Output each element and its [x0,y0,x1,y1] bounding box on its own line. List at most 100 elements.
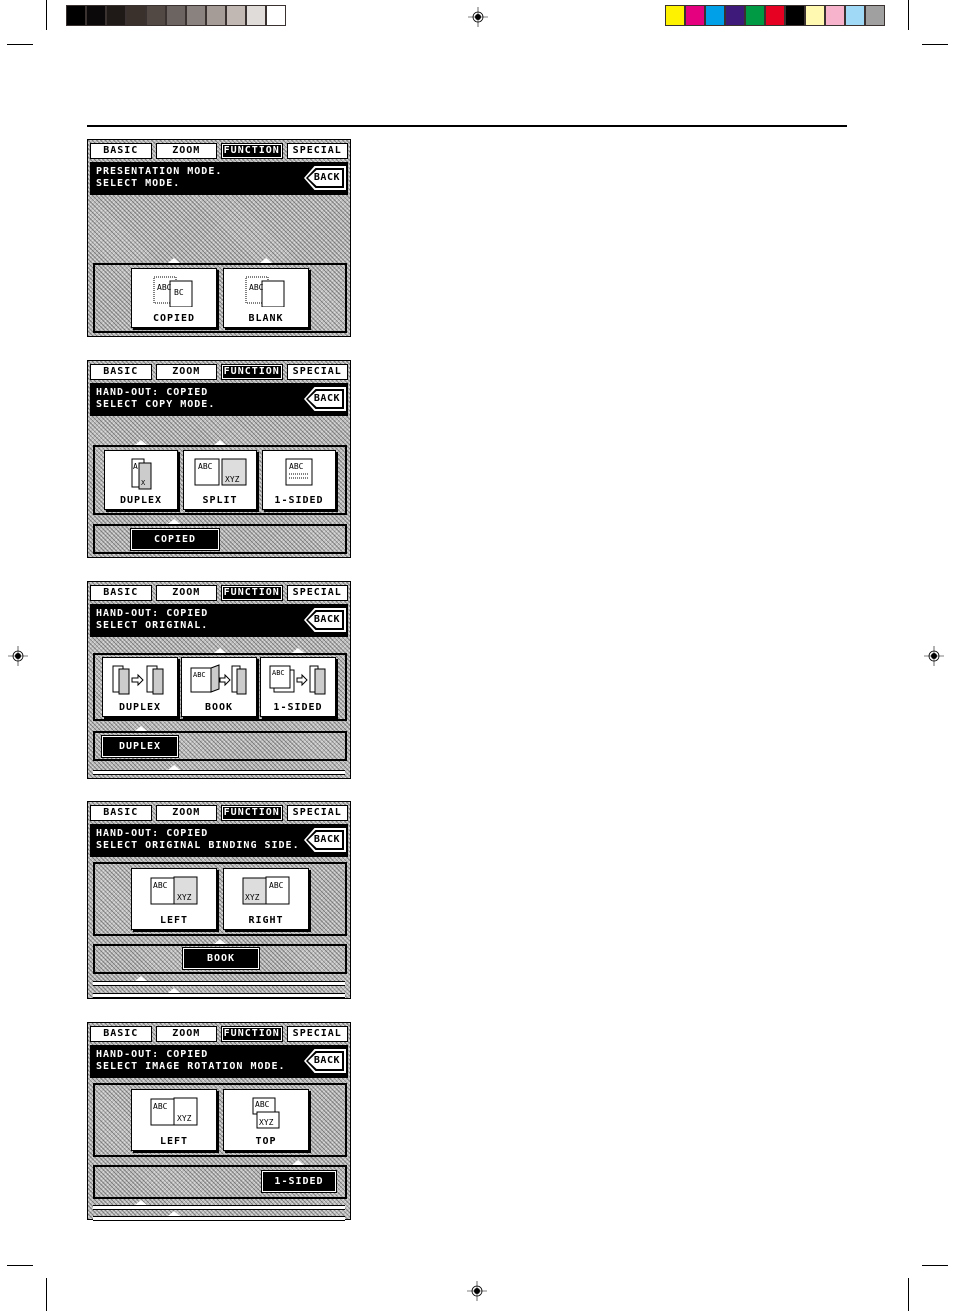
svg-text:ABC: ABC [193,671,206,679]
tab-basic[interactable]: BASIC [90,805,152,821]
option-left-button[interactable]: ABC XYZ LEFT [131,868,217,930]
option-duplex-button[interactable]: AX DUPLEX [104,450,178,510]
svg-text:ABC: ABC [153,881,168,890]
option-split-button[interactable]: ABC XYZ SPLIT [183,450,257,510]
color-swatch [786,6,804,25]
touch-panel-select-original: BASIC ZOOM FUNCTION SPECIAL HAND-OUT: CO… [87,581,351,779]
option-label: LEFT [159,915,189,926]
tab-basic[interactable]: BASIC [90,585,152,601]
tab-special[interactable]: SPECIAL [286,143,348,159]
color-swatch [726,6,744,25]
option-book-button[interactable]: ABC BOOK [181,657,257,717]
option-1-sided-button[interactable]: ABC 1-SIDED [262,450,336,510]
svg-text:A: A [133,462,138,471]
svg-text:XYZ: XYZ [245,893,260,902]
tab-function[interactable]: FUNCTION [221,364,283,380]
history-track [93,770,345,775]
left-rotation-icon: ABC XYZ [150,1097,198,1126]
color-swatch [806,6,824,25]
option-left-button[interactable]: ABC XYZ LEFT [131,1089,217,1151]
option-1-sided-button[interactable]: ABC 1-SIDED [260,657,336,717]
option-right-button[interactable]: XYZ ABC RIGHT [223,868,309,930]
history-track [93,981,345,986]
touch-panel-image-rotation: BASIC ZOOM FUNCTION SPECIAL HAND-OUT: CO… [87,1022,351,1221]
option-label: TOP [255,1136,277,1147]
registration-mark-icon [8,646,28,666]
tab-function[interactable]: FUNCTION [221,585,283,601]
selected-mode-label: COPIED [130,528,220,551]
color-swatch [866,6,884,25]
option-label: 1-SIDED [273,702,323,713]
tab-function[interactable]: FUNCTION [221,1026,283,1042]
tab-basic[interactable]: BASIC [90,1026,152,1042]
registration-mark-icon [924,646,944,666]
tab-function[interactable]: FUNCTION [221,143,283,159]
selected-original-label: DUPLEX [101,735,179,758]
tab-special[interactable]: SPECIAL [286,585,348,601]
back-button[interactable]: BACK [304,387,346,411]
option-label: SPLIT [202,495,238,506]
split-icon: ABC XYZ [194,458,247,486]
svg-text:ABC: ABC [289,462,304,471]
duplex-to-duplex-icon [112,665,164,695]
tab-basic[interactable]: BASIC [90,364,152,380]
tab-zoom[interactable]: ZOOM [155,585,217,601]
right-binding-book-icon: XYZ ABC [242,876,290,905]
svg-text:ABC: ABC [249,283,264,292]
tab-special[interactable]: SPECIAL [286,805,348,821]
color-swatch [846,6,864,25]
tab-zoom[interactable]: ZOOM [155,805,217,821]
gray-swatch [267,6,285,25]
history-track [93,993,345,998]
gray-swatch [227,6,245,25]
svg-text:ABC: ABC [198,462,213,471]
back-button[interactable]: BACK [304,828,346,852]
header-rule [87,125,847,127]
tab-zoom[interactable]: ZOOM [155,364,217,380]
gray-swatch [107,6,125,25]
option-label: LEFT [159,1136,189,1147]
option-label: RIGHT [248,915,284,926]
svg-text:ABC: ABC [157,283,172,292]
color-swatch [766,6,784,25]
crop-mark [908,0,909,30]
left-binding-book-icon: ABC XYZ [150,876,198,905]
option-label: DUPLEX [118,702,162,713]
registration-mark-icon [467,1281,487,1301]
gray-swatch [127,6,145,25]
option-top-button[interactable]: ABC XYZ TOP [223,1089,309,1151]
option-duplex-button[interactable]: DUPLEX [102,657,178,717]
color-swatch [746,6,764,25]
svg-text:ABC: ABC [269,881,284,890]
color-swatch [826,6,844,25]
crop-mark [46,0,47,30]
top-rotation-icon: ABC XYZ [252,1097,280,1129]
option-copied-button[interactable]: ABC BC COPIED [131,268,217,328]
history-track [93,1216,345,1221]
history-track [93,1205,345,1210]
svg-text:XYZ: XYZ [177,893,192,902]
tab-zoom[interactable]: ZOOM [155,143,217,159]
gray-swatch [87,6,105,25]
tab-zoom[interactable]: ZOOM [155,1026,217,1042]
option-blank-button[interactable]: ABC BLANK [223,268,309,328]
color-swatch [666,6,684,25]
copied-sheet-icon: ABCBC [153,276,193,307]
option-label: COPIED [152,313,196,324]
gray-swatch [147,6,165,25]
option-label: BOOK [204,702,234,713]
tab-function[interactable]: FUNCTION [221,805,283,821]
blank-sheet-icon: ABC [245,276,285,307]
color-swatch [686,6,704,25]
crop-mark [922,44,948,45]
selected-original-label: BOOK [182,947,260,970]
option-label: DUPLEX [119,495,163,506]
tab-special[interactable]: SPECIAL [286,364,348,380]
gray-swatch [187,6,205,25]
selected-original-label: 1-SIDED [261,1170,337,1193]
back-button[interactable]: BACK [304,608,346,632]
back-button[interactable]: BACK [304,1049,346,1073]
back-button[interactable]: BACK [304,166,346,190]
tab-basic[interactable]: BASIC [90,143,152,159]
tab-special[interactable]: SPECIAL [286,1026,348,1042]
